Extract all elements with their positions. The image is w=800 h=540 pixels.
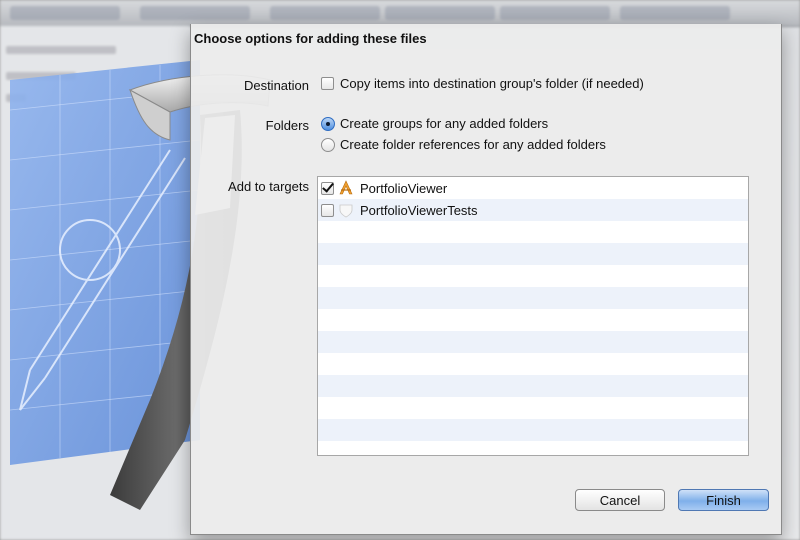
create-folder-references-option[interactable]: Create folder references for any added f… <box>321 137 606 152</box>
add-files-options-sheet: Choose options for adding these files De… <box>190 24 782 535</box>
create-groups-label: Create groups for any added folders <box>340 116 549 131</box>
target-name: PortfolioViewerTests <box>360 202 478 218</box>
background-toolbar <box>0 0 800 27</box>
list-empty-row <box>318 221 748 243</box>
copy-items-checkbox[interactable] <box>321 77 334 90</box>
list-empty-row <box>318 375 748 397</box>
list-empty-row <box>318 353 748 375</box>
background-tab <box>10 6 120 20</box>
list-empty-row <box>318 419 748 441</box>
create-groups-option[interactable]: Create groups for any added folders <box>321 116 548 131</box>
background-tab <box>620 6 730 20</box>
list-empty-row <box>318 397 748 419</box>
portfolioviewer-target-checkbox[interactable] <box>321 181 334 195</box>
list-empty-row <box>318 331 748 353</box>
background-tab <box>140 6 250 20</box>
app-target-icon <box>339 180 353 195</box>
list-empty-row <box>318 441 748 455</box>
copy-items-label: Copy items into destination group's fold… <box>340 76 644 91</box>
folders-label: Folders <box>265 118 309 133</box>
background-tab <box>500 6 610 20</box>
target-row-portfolioviewer[interactable]: PortfolioViewer <box>318 177 748 199</box>
add-to-targets-label: Add to targets <box>228 179 309 194</box>
create-groups-radio[interactable] <box>321 116 335 131</box>
sheet-title: Choose options for adding these files <box>194 31 427 46</box>
targets-list[interactable]: PortfolioViewer PortfolioViewerTests <box>317 176 749 456</box>
list-empty-row <box>318 265 748 287</box>
list-empty-row <box>318 309 748 331</box>
background-tab <box>385 6 495 20</box>
portfolioviewertests-target-checkbox[interactable] <box>321 203 334 217</box>
create-folder-references-radio[interactable] <box>321 137 335 152</box>
create-folder-references-label: Create folder references for any added f… <box>340 137 606 152</box>
target-name: PortfolioViewer <box>360 180 448 196</box>
destination-label: Destination <box>243 78 309 93</box>
finish-button[interactable]: Finish <box>678 489 769 511</box>
target-row-portfolioviewertests[interactable]: PortfolioViewerTests <box>318 199 748 221</box>
list-empty-row <box>318 243 748 265</box>
test-target-icon <box>339 204 353 218</box>
list-empty-row <box>318 287 748 309</box>
copy-items-option[interactable]: Copy items into destination group's fold… <box>321 76 644 91</box>
background-tab <box>270 6 380 20</box>
cancel-button[interactable]: Cancel <box>575 489 665 511</box>
